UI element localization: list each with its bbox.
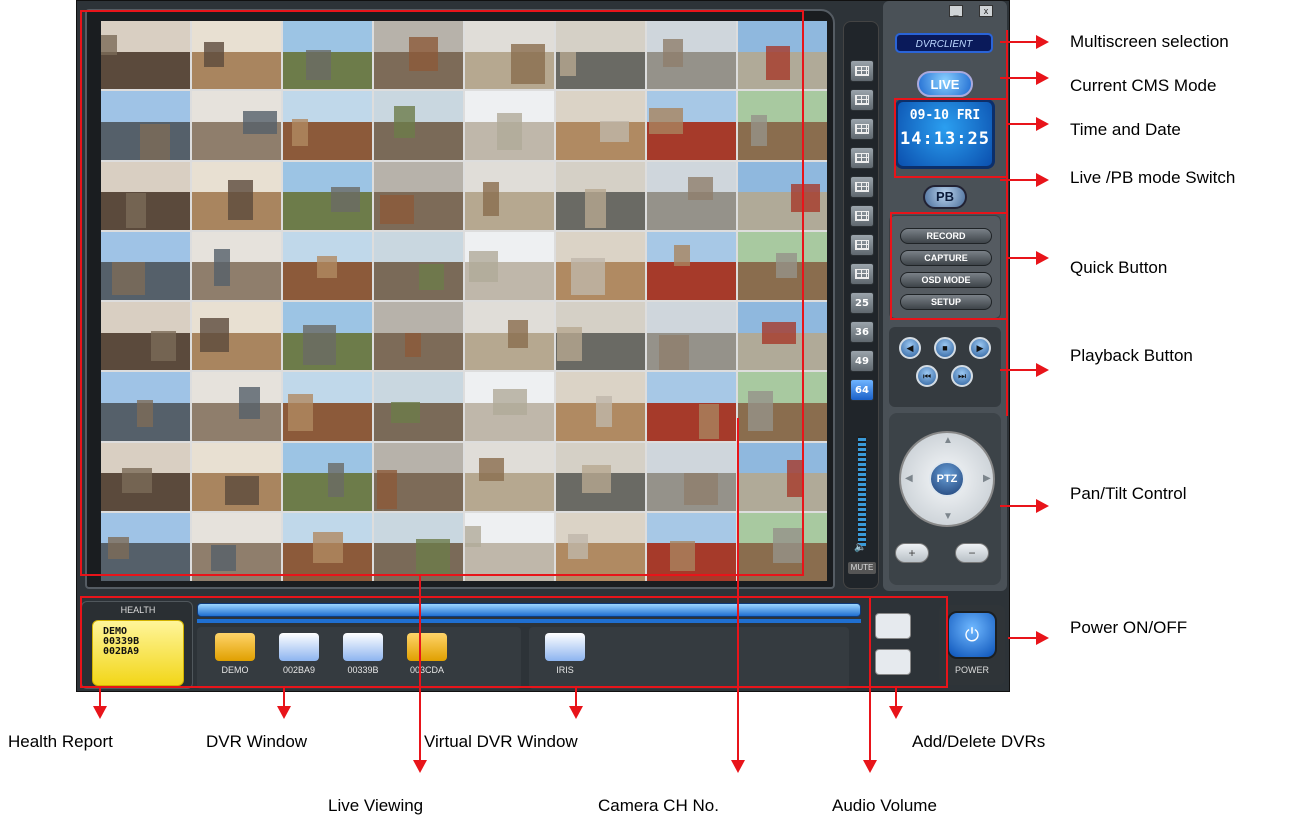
close-button[interactable]: x xyxy=(979,5,993,17)
ptz-button[interactable]: PTZ xyxy=(929,461,965,497)
pan-left-icon[interactable]: ◀ xyxy=(905,473,913,484)
callout-live-viewing: Live Viewing xyxy=(328,796,424,815)
minimize-button[interactable]: _ xyxy=(949,5,963,17)
pan-right-icon[interactable]: ▶ xyxy=(983,473,991,484)
audio-volume-slider[interactable] xyxy=(858,436,866,546)
callout-cms-mode: Current CMS Mode xyxy=(1070,76,1217,95)
power-panel: ⏻ POWER xyxy=(939,605,1005,685)
bottom-panel-highlight xyxy=(80,596,948,688)
time-date-highlight xyxy=(894,98,1008,178)
speaker-icon: 🔈 xyxy=(854,542,867,553)
callout-health: Health Report xyxy=(8,732,113,751)
callout-quick: Quick Button xyxy=(1070,258,1168,277)
quick-button-highlight xyxy=(890,212,1008,320)
callout-audio-volume: Audio Volume xyxy=(832,796,937,815)
power-button[interactable]: ⏻ xyxy=(947,611,997,659)
callout-live-pb: Live /PB mode Switch xyxy=(1070,168,1236,187)
callout-multiscreen: Multiscreen selection xyxy=(1070,32,1229,51)
zoom-out-button[interactable]: − xyxy=(955,543,989,563)
callout-playback: Playback Button xyxy=(1070,346,1193,365)
pan-tilt-control: ▲ ▼ ◀ ▶ PTZ + − xyxy=(889,413,1001,585)
power-label: POWER xyxy=(954,665,989,675)
zoom-in-button[interactable]: + xyxy=(895,543,929,563)
callout-pan-tilt: Pan/Tilt Control xyxy=(1070,484,1187,503)
tilt-up-icon[interactable]: ▲ xyxy=(943,435,953,446)
callout-power: Power ON/OFF xyxy=(1070,618,1188,637)
callout-time-date: Time and Date xyxy=(1070,120,1181,139)
tilt-down-icon[interactable]: ▼ xyxy=(943,511,953,522)
live-viewing-highlight xyxy=(80,10,804,576)
callout-virtual-dvr: Virtual DVR Window xyxy=(424,732,578,751)
callout-camera-ch: Camera CH No. xyxy=(598,796,719,815)
ptz-direction-ring[interactable]: ▲ ▼ ◀ ▶ PTZ xyxy=(899,431,995,527)
mute-button[interactable]: MUTE xyxy=(848,562,876,574)
callout-add-delete: Add/Delete DVRs xyxy=(912,732,1046,751)
callout-dvr-window: DVR Window xyxy=(206,732,308,751)
